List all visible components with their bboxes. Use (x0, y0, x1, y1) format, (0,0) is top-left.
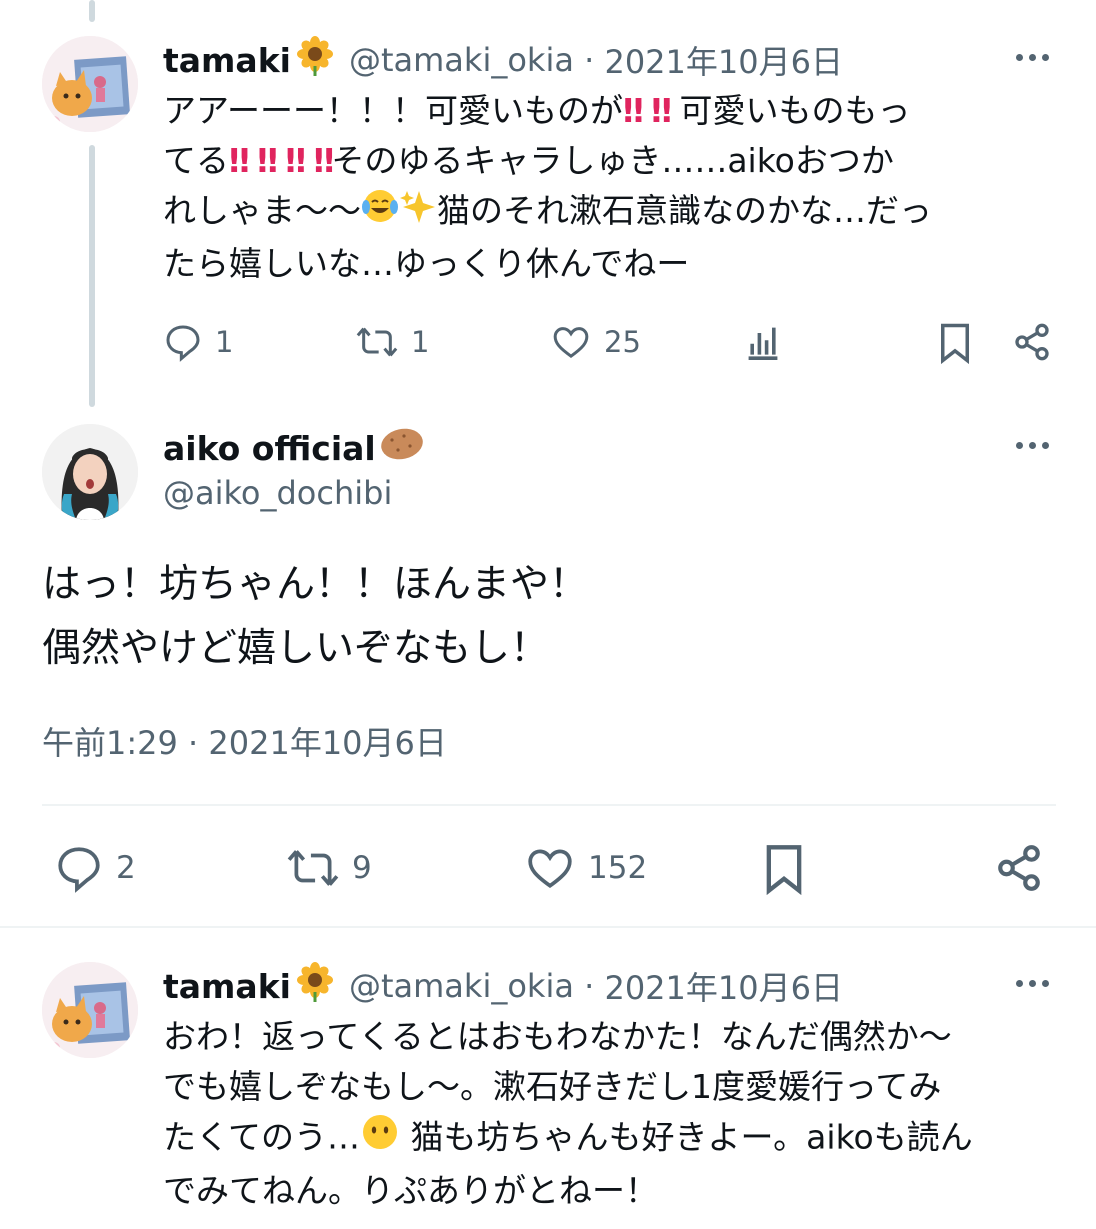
text-segment: たくてのう… (163, 1117, 361, 1157)
bookmark-icon (766, 845, 802, 895)
avatar-image (42, 36, 138, 132)
divider (42, 804, 1056, 806)
tweet-header: tamaki @tamaki_okia · 2021年10月6日 (163, 962, 843, 1010)
separator: · (573, 967, 605, 1005)
double-exclamation-emoji: ‼ (623, 91, 644, 130)
tweet-text-line: おわ！返ってくるとはおもわなかた！なんだ偶然か〜 (163, 1017, 952, 1056)
tweet-text: おわ！返ってくるとはおもわなかた！なんだ偶然か〜 でも嬉しぞなもし〜。漱石好きだ… (163, 1012, 1073, 1216)
retweet-button[interactable]: 9 (286, 843, 372, 893)
tweet-text-line: でみてねん。りぷありがとねー！ (163, 1171, 658, 1210)
bookmark-button[interactable] (764, 843, 804, 895)
divider (0, 926, 1096, 928)
tweet-date[interactable]: 2021年10月6日 (604, 37, 843, 83)
text-segment: てる (163, 141, 229, 180)
tweet-text-line: はっ！坊ちゃん！！ほんまや！ (42, 562, 589, 607)
double-exclamation-emoji: ‼ (257, 141, 278, 180)
analytics-icon (748, 327, 778, 360)
separator: · (573, 41, 605, 79)
tweet-text-line: 偶然やけど嬉しいぞなもし！ (42, 626, 550, 671)
bookmark-button[interactable] (938, 322, 972, 364)
like-count: 25 (604, 325, 641, 359)
share-button[interactable] (994, 843, 1044, 893)
user-handle[interactable]: @aiko_dochibi (163, 474, 392, 512)
more-icon[interactable] (1016, 980, 1049, 987)
retweet-icon (287, 850, 339, 886)
display-name[interactable]: aiko official (163, 429, 376, 468)
reply-count: 2 (116, 850, 136, 886)
thread-line (89, 145, 95, 407)
avatar-image (42, 962, 138, 1058)
avatar[interactable] (42, 424, 138, 520)
user-handle[interactable]: @tamaki_okia (349, 41, 574, 79)
like-button[interactable]: 152 (524, 843, 647, 893)
tweet-date[interactable]: 2021年10月6日 (604, 963, 843, 1009)
share-button[interactable] (1012, 322, 1052, 362)
display-name[interactable]: tamaki (163, 41, 291, 80)
retweet-icon (356, 327, 398, 357)
user-handle[interactable]: @tamaki_okia (349, 967, 574, 1005)
like-button[interactable]: 25 (550, 322, 641, 362)
text-segment: そのゆるキャラしゅき……aikoおつか (331, 141, 894, 180)
share-icon (998, 845, 1040, 891)
display-name[interactable]: tamaki (163, 967, 291, 1006)
double-exclamation-emoji: ‼ (229, 141, 250, 180)
tears-of-joy-emoji (361, 187, 399, 239)
bookmark-icon (941, 323, 969, 364)
tweet-header: tamaki @tamaki_okia · 2021年10月6日 (163, 36, 843, 84)
tweet-text-line: でも嬉しぞなもし〜。漱石好きだし1度愛媛行ってみ (163, 1067, 942, 1106)
text-segment: 猫のそれ漱石意識なのかな…だっ (437, 191, 932, 230)
retweet-count: 9 (352, 850, 372, 886)
tweet-text: はっ！坊ちゃん！！ほんまや！ 偶然やけど嬉しいぞなもし！ (42, 553, 1052, 681)
more-icon[interactable] (1016, 54, 1049, 61)
reply-icon (166, 325, 200, 362)
reply-button[interactable]: 1 (163, 322, 233, 362)
tweet-timestamp[interactable]: 午前1:29 · 2021年10月6日 (42, 718, 447, 764)
text-segment: 可愛いものもっ (679, 91, 911, 130)
author-name-row: aiko official (163, 424, 426, 472)
thread-line-top (89, 0, 95, 22)
reply-button[interactable]: 2 (54, 843, 136, 893)
like-icon (528, 849, 572, 889)
double-exclamation-emoji: ‼ (285, 141, 306, 180)
text-segment: 猫も坊ちゃんも好きよー。aikoも読ん (400, 1117, 973, 1157)
potato-emoji (378, 424, 426, 472)
avatar[interactable] (42, 962, 138, 1058)
text-segment: アアーーー！！！可愛いものが (163, 91, 624, 130)
text-segment: れしゃま〜〜 (163, 191, 361, 230)
analytics-button[interactable] (745, 322, 781, 362)
no-mouth-face-emoji (360, 1112, 400, 1166)
share-icon (1015, 323, 1049, 361)
like-count: 152 (588, 850, 648, 886)
sunflower-emoji (295, 962, 335, 1010)
like-icon (553, 327, 589, 359)
double-exclamation-emoji: ‼ (651, 91, 672, 130)
sparkles-emoji (399, 187, 437, 239)
double-exclamation-emoji: ‼ (313, 141, 335, 180)
reply-count: 1 (215, 325, 234, 359)
tweet-text: アアーーー！！！可愛いものが‼ ‼ 可愛いものもっ てる‼ ‼ ‼ ‼そのゆるキ… (163, 86, 1063, 289)
reply-icon (58, 847, 100, 893)
retweet-button[interactable]: 1 (355, 322, 429, 362)
more-icon[interactable] (1016, 442, 1049, 449)
avatar-image (42, 424, 138, 520)
retweet-count: 1 (411, 325, 430, 359)
avatar[interactable] (42, 36, 138, 132)
sunflower-emoji (295, 36, 335, 84)
text-segment: たら嬉しいな…ゆっくり休んでねー (163, 243, 690, 283)
